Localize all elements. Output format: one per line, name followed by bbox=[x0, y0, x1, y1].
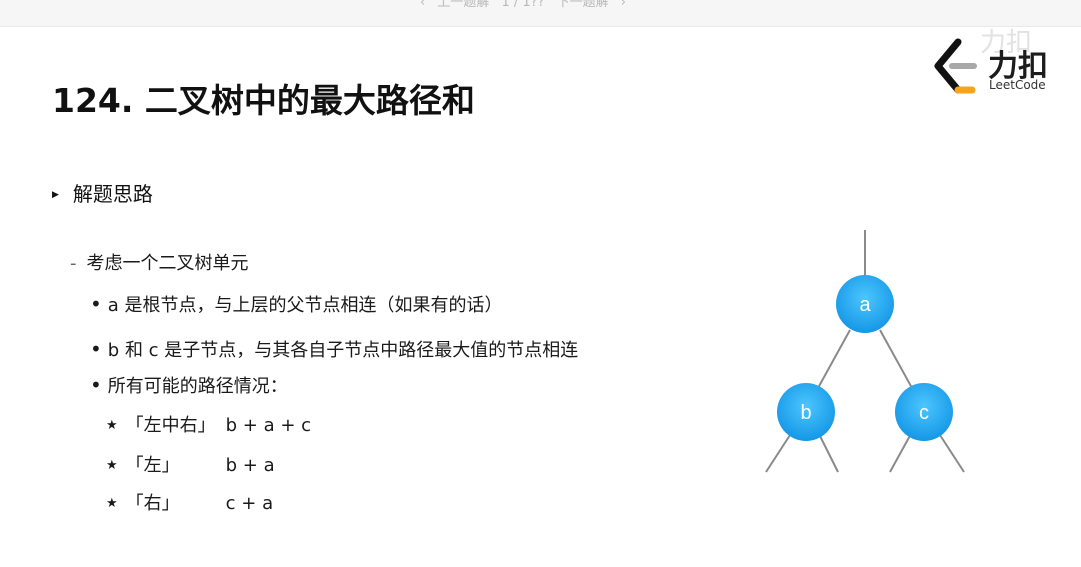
tree-node-c-label: c bbox=[919, 402, 929, 424]
dot-bullet-icon: • bbox=[90, 373, 102, 397]
path-case-expr: c + a bbox=[225, 493, 274, 514]
binary-tree-diagram: a b c bbox=[765, 230, 965, 473]
list-item: • a 是根节点，与上层的父节点相连（如果有的话） bbox=[90, 291, 503, 317]
path-case-expr: b + a bbox=[225, 455, 275, 476]
edge-a-c bbox=[879, 329, 913, 389]
list-item: • 所有可能的路径情况： bbox=[90, 372, 288, 398]
sub-heading-text: 考虑一个二叉树单元 bbox=[86, 253, 249, 274]
list-item-text: 所有可能的路径情况： bbox=[107, 376, 288, 397]
path-case: ★ 「右」 c + a bbox=[106, 489, 273, 515]
prev-solution-link[interactable]: 上一题解 bbox=[437, 0, 489, 10]
edge-a-b bbox=[817, 329, 851, 389]
leetcode-logo: 力扣 LeetCode bbox=[928, 36, 1068, 100]
path-case-label: 「左」 bbox=[125, 455, 180, 476]
edge-b-right-child bbox=[817, 431, 839, 473]
slide-nav: ‹ 上一题解 1 / 1?? 下一题解 › bbox=[420, 0, 634, 11]
leetcode-logo-icon bbox=[934, 38, 977, 94]
dot-bullet-icon: • bbox=[90, 337, 102, 361]
list-item-text: b 和 c 是子节点，与其各自子节点中路径最大值的节点相连 bbox=[107, 340, 579, 361]
dot-bullet-icon: • bbox=[90, 292, 102, 316]
tree-node-a-label: a bbox=[859, 294, 871, 316]
page-title: 124. 二叉树中的最大路径和 bbox=[52, 81, 475, 120]
page-indicator: 1 / 1?? bbox=[501, 0, 545, 10]
section-heading: ▶ 解题思路 bbox=[52, 178, 153, 207]
sub-heading: - 考虑一个二叉树单元 bbox=[70, 249, 249, 275]
chevron-right-icon[interactable]: › bbox=[621, 0, 626, 10]
path-case-expr: b + a + c bbox=[225, 415, 312, 436]
tree-node-b-label: b bbox=[800, 402, 811, 424]
star-bullet-icon: ★ bbox=[106, 458, 118, 473]
star-bullet-icon: ★ bbox=[106, 496, 118, 511]
list-item-text: a 是根节点，与上层的父节点相连（如果有的话） bbox=[107, 295, 503, 316]
edge-c-left-child bbox=[889, 431, 913, 473]
edge-c-right-child bbox=[937, 431, 965, 473]
path-case: ★ 「左」 b + a bbox=[106, 451, 275, 477]
dash-bullet-icon: - bbox=[70, 253, 77, 274]
star-bullet-icon: ★ bbox=[106, 418, 118, 433]
triangle-bullet-icon: ▶ bbox=[52, 190, 59, 200]
next-solution-link[interactable]: 下一题解 bbox=[557, 0, 609, 10]
edge-b-left-child bbox=[765, 431, 793, 473]
slide-nav-bar: ‹ 上一题解 1 / 1?? 下一题解 › bbox=[0, 0, 1081, 27]
chevron-left-icon[interactable]: ‹ bbox=[420, 0, 425, 10]
path-case-label: 「左中右」 bbox=[125, 415, 216, 436]
list-item: • b 和 c 是子节点，与其各自子节点中路径最大值的节点相连 bbox=[90, 336, 578, 362]
section-heading-text: 解题思路 bbox=[72, 182, 153, 206]
path-case-label: 「右」 bbox=[125, 493, 180, 514]
logo-english-name: LeetCode bbox=[989, 78, 1046, 92]
path-case: ★ 「左中右」 b + a + c bbox=[106, 411, 311, 437]
